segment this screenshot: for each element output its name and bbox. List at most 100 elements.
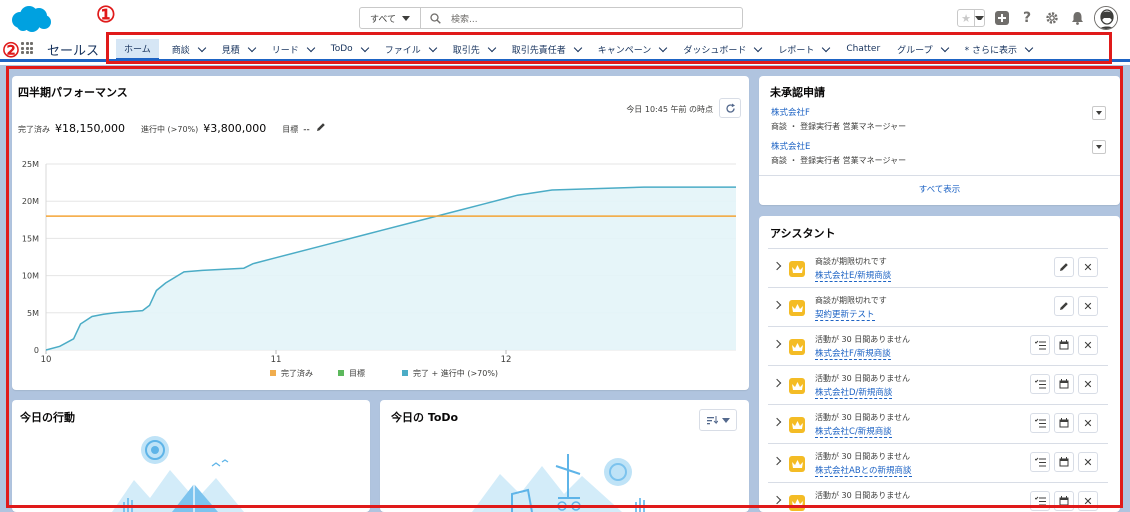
chevron-right-icon[interactable] (772, 300, 782, 310)
approval-actions-dropdown[interactable] (1092, 140, 1106, 154)
search-input[interactable]: 検索... (451, 12, 478, 25)
add-icon[interactable] (994, 10, 1010, 26)
legend-swatch (338, 370, 344, 376)
close-icon: ✕ (1083, 338, 1093, 352)
new-event-button[interactable] (1054, 491, 1074, 511)
close-icon: ✕ (1083, 377, 1093, 391)
x-tick-label: 12 (501, 355, 512, 365)
calendar-icon (1059, 418, 1069, 428)
approval-request-item: 株式会社F 商談 ・ 登録実行者 営業マネージャー (771, 106, 1106, 132)
opportunity-crown-icon (789, 378, 805, 394)
chevron-down-icon (402, 15, 410, 21)
dismiss-button[interactable]: ✕ (1078, 374, 1098, 394)
favorites-dropdown[interactable] (974, 10, 984, 26)
legend-label: 目標 (349, 368, 365, 378)
pending-approvals-card: 未承認申請 株式会社F 商談 ・ 登録実行者 営業マネージャー 株式会社E 商談… (759, 76, 1120, 205)
search-scope-label: すべて (369, 14, 396, 25)
new-task-button[interactable] (1030, 374, 1050, 394)
chevron-down-icon (975, 16, 984, 20)
assistant-record-link[interactable]: 株式会社ABとの新規商談 (815, 464, 912, 477)
notification-bell-icon[interactable] (1069, 10, 1085, 26)
edit-button[interactable] (1054, 296, 1074, 316)
refresh-button[interactable] (719, 98, 741, 118)
assistant-item: 活動が 30 日間ありません株式会社ABとの新規商談 ✕ (768, 443, 1108, 481)
dismiss-button[interactable]: ✕ (1078, 413, 1098, 433)
new-event-button[interactable] (1054, 335, 1074, 355)
chevron-right-icon[interactable] (772, 456, 782, 466)
opportunity-crown-icon (789, 261, 805, 277)
assistant-item: 活動が 30 日間ありません ✕ (768, 482, 1108, 512)
view-all-link[interactable]: すべて表示 (759, 175, 1120, 205)
new-event-button[interactable] (1054, 413, 1074, 433)
x-tick-label: 10 (41, 355, 52, 365)
as-of-timestamp: 今日 10:45 午前 の時点 (626, 105, 713, 114)
opportunity-crown-icon (789, 417, 805, 433)
pipeline-label: 進行中 (>70%) (140, 125, 199, 134)
edit-goal-pencil-icon[interactable] (316, 122, 326, 135)
assistant-message: 活動が 30 日間ありません (815, 452, 911, 461)
calendar-icon (1059, 496, 1069, 506)
goal-label: 目標 (282, 125, 299, 134)
global-search: すべて 検索... (359, 7, 743, 29)
user-avatar[interactable] (1094, 6, 1118, 30)
refresh-icon (725, 103, 735, 113)
card-title: アシスタント (770, 227, 836, 240)
new-event-button[interactable] (1054, 374, 1074, 394)
approval-company-link[interactable]: 株式会社F (771, 106, 1106, 118)
dismiss-button[interactable]: ✕ (1078, 296, 1098, 316)
close-icon: ✕ (1083, 455, 1093, 469)
app-launcher-icon[interactable] (21, 42, 33, 54)
chevron-right-icon[interactable] (772, 339, 782, 349)
chevron-down-icon (1096, 145, 1102, 149)
assistant-message: 活動が 30 日間ありません (815, 335, 911, 344)
today-tasks-card: 今日の ToDo (380, 400, 749, 512)
header-utility-icons: ★ ? (957, 4, 1118, 32)
dismiss-button[interactable]: ✕ (1078, 335, 1098, 355)
calendar-icon (1059, 379, 1069, 389)
approval-company-link[interactable]: 株式会社E (771, 140, 1106, 152)
assistant-message: 活動が 30 日間ありません (815, 413, 911, 422)
task-filter-dropdown[interactable] (699, 409, 737, 431)
approval-detail: 商談 ・ 登録実行者 営業マネージャー (771, 122, 907, 131)
y-tick-label: 15M (22, 234, 39, 243)
calendar-icon (1059, 457, 1069, 467)
opportunity-crown-icon (789, 300, 805, 316)
edit-button[interactable] (1054, 257, 1074, 277)
dismiss-button[interactable]: ✕ (1078, 452, 1098, 472)
help-icon[interactable]: ? (1019, 10, 1035, 26)
assistant-item: 商談が期限切れです 株式会社E/新規商談 ✕ (768, 248, 1108, 286)
assistant-record-link[interactable]: 株式会社F/新規商談 (815, 347, 891, 360)
salesforce-logo[interactable] (10, 5, 52, 33)
card-title: 四半期パフォーマンス (18, 86, 128, 99)
chevron-right-icon[interactable] (772, 417, 782, 427)
new-task-button[interactable] (1030, 491, 1050, 511)
performance-metrics: 完了済み ¥18,150,000 進行中 (>70%) ¥3,800,000 目… (18, 122, 326, 135)
y-tick-label: 5M (27, 309, 39, 318)
empty-state-illustration (472, 454, 645, 512)
chevron-right-icon[interactable] (772, 261, 782, 271)
card-title: 未承認申請 (770, 86, 825, 99)
task-list-icon (1034, 379, 1046, 389)
app-name: セールス (47, 44, 100, 59)
setup-gear-icon[interactable] (1044, 10, 1060, 26)
assistant-record-link[interactable]: 株式会社C/新規商談 (815, 425, 892, 438)
dismiss-button[interactable]: ✕ (1078, 491, 1098, 511)
card-title: 今日の ToDo (391, 411, 459, 424)
approval-actions-dropdown[interactable] (1092, 106, 1106, 120)
favorites-button[interactable]: ★ (957, 9, 985, 27)
opportunity-crown-icon (789, 456, 805, 472)
new-task-button[interactable] (1030, 413, 1050, 433)
completed-label: 完了済み (18, 125, 50, 134)
chevron-right-icon[interactable] (772, 378, 782, 388)
search-scope-dropdown[interactable]: すべて (360, 8, 421, 28)
performance-chart: 0 5M 10M 15M 20M 25M 10 11 12 完了済み 目標 完了 + 進行中 (>70… (22, 160, 736, 378)
assistant-record-link[interactable]: 契約更新テスト (815, 308, 875, 321)
assistant-record-link[interactable]: 株式会社D/新規商談 (815, 386, 893, 399)
chevron-right-icon[interactable] (772, 495, 782, 505)
new-event-button[interactable] (1054, 452, 1074, 472)
new-task-button[interactable] (1030, 335, 1050, 355)
dismiss-button[interactable]: ✕ (1078, 257, 1098, 277)
new-task-button[interactable] (1030, 452, 1050, 472)
annotation-marker-1: ① (96, 2, 116, 28)
assistant-record-link[interactable]: 株式会社E/新規商談 (815, 269, 892, 282)
